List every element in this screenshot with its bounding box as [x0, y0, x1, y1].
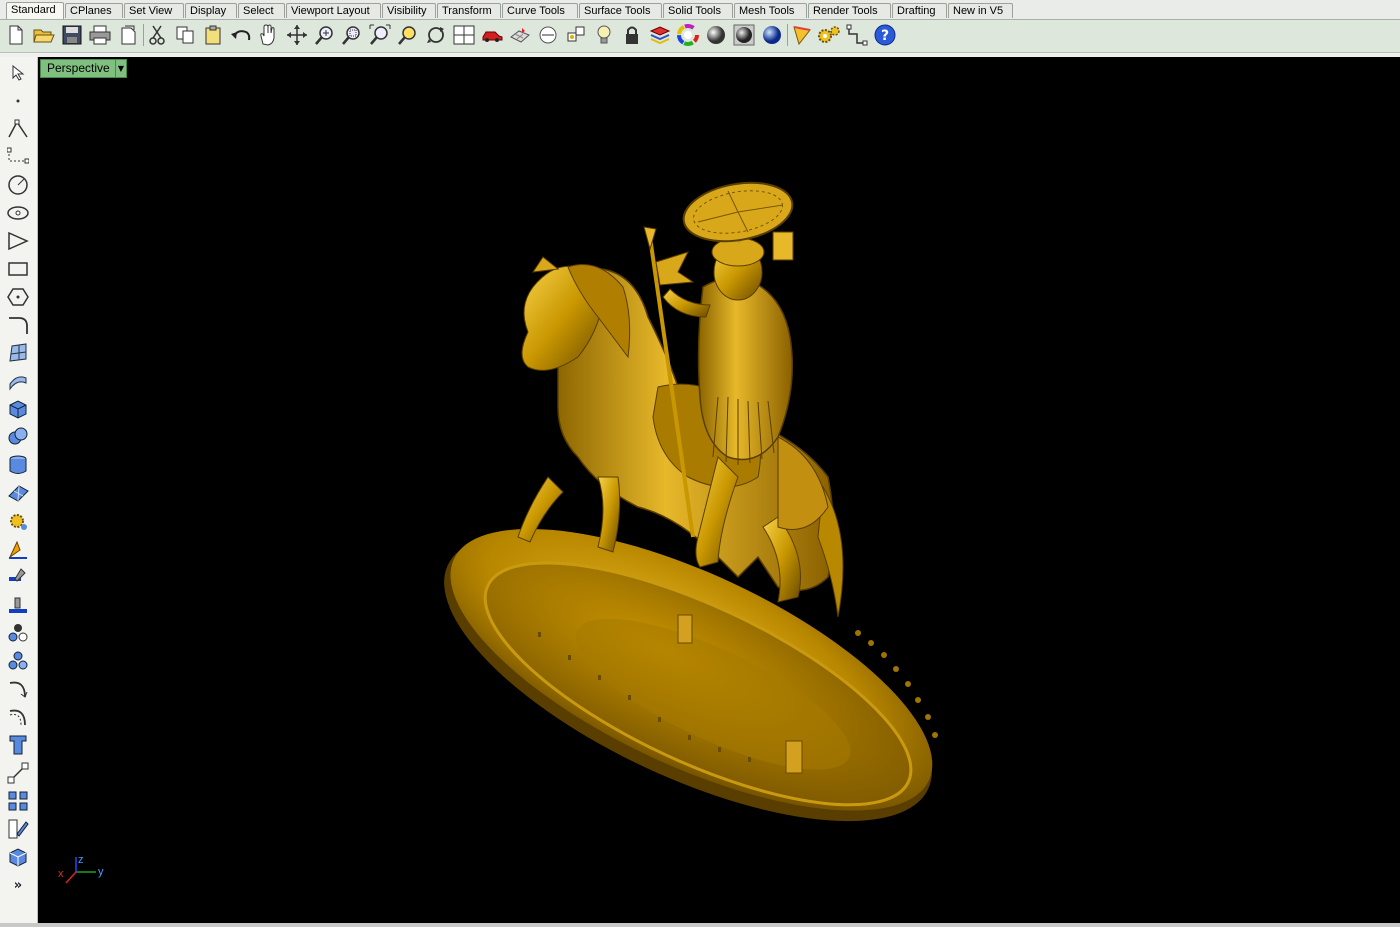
- point-icon[interactable]: [564, 22, 588, 48]
- cylinder-icon[interactable]: [5, 453, 31, 477]
- save-icon[interactable]: [60, 22, 84, 48]
- render-blue-sphere-icon[interactable]: [760, 22, 784, 48]
- blend-icon[interactable]: [5, 705, 31, 729]
- cluster-icon[interactable]: [5, 649, 31, 673]
- statue-model[interactable]: y z x: [38, 57, 1400, 923]
- tab-visibility[interactable]: Visibility: [382, 3, 436, 18]
- tab-surface-tools[interactable]: Surface Tools: [579, 3, 662, 18]
- polygon-icon[interactable]: [5, 285, 31, 309]
- help-icon[interactable]: ?: [873, 22, 897, 48]
- grid-snap-icon[interactable]: [508, 22, 532, 48]
- cplane-icon[interactable]: [536, 22, 560, 48]
- tab-solid-tools[interactable]: Solid Tools: [663, 3, 733, 18]
- circle-icon[interactable]: [5, 173, 31, 197]
- tab-select[interactable]: Select: [238, 3, 285, 18]
- axis-x-label: x: [58, 868, 64, 880]
- array-icon[interactable]: [5, 789, 31, 813]
- axis-y-label: y: [98, 866, 104, 878]
- extrude-icon[interactable]: [5, 369, 31, 393]
- rotate-view-icon[interactable]: [285, 22, 309, 48]
- rectangle-icon[interactable]: [5, 257, 31, 281]
- material-icon[interactable]: [790, 22, 814, 48]
- flow-icon[interactable]: [5, 537, 31, 561]
- explode-icon[interactable]: [5, 817, 31, 841]
- color-wheel-icon[interactable]: [676, 22, 700, 48]
- render-sphere-icon[interactable]: [704, 22, 728, 48]
- curve-icon[interactable]: [5, 145, 31, 169]
- mesh-icon[interactable]: [5, 481, 31, 505]
- polyline-icon[interactable]: [5, 117, 31, 141]
- options-gear-icon[interactable]: [817, 22, 841, 48]
- select-arrow-icon[interactable]: [5, 61, 31, 85]
- zoom-extents-icon[interactable]: [368, 22, 392, 48]
- pan-hand-icon[interactable]: [256, 22, 280, 48]
- box-icon[interactable]: [5, 397, 31, 421]
- transform-icon[interactable]: [5, 565, 31, 589]
- viewport-layout-icon[interactable]: [452, 22, 476, 48]
- undo-icon[interactable]: [229, 22, 253, 48]
- edit-points-icon[interactable]: [5, 509, 31, 533]
- perspective-viewport[interactable]: Perspective ▼ y z x: [38, 57, 1400, 923]
- svg-text:?: ?: [881, 28, 889, 44]
- boolean-icon[interactable]: [5, 425, 31, 449]
- zoom-selected-icon[interactable]: [396, 22, 420, 48]
- ellipse-icon[interactable]: [5, 201, 31, 225]
- point-icon[interactable]: [5, 89, 31, 113]
- main-left-toolbar: »: [0, 57, 38, 927]
- cut-icon[interactable]: [145, 22, 169, 48]
- tab-standard[interactable]: Standard: [6, 2, 64, 19]
- arc-icon[interactable]: [5, 229, 31, 253]
- toolbar-tab-strip: Standard CPlanes Set View Display Select…: [0, 0, 1400, 20]
- axis-z-label: z: [78, 854, 84, 866]
- project-icon[interactable]: [5, 593, 31, 617]
- tab-viewport-layout[interactable]: Viewport Layout: [286, 3, 381, 18]
- open-icon[interactable]: [32, 22, 56, 48]
- zoom-dynamic-icon[interactable]: [340, 22, 364, 48]
- text-icon[interactable]: [5, 733, 31, 757]
- print-icon[interactable]: [88, 22, 112, 48]
- dimension-icon[interactable]: [5, 761, 31, 785]
- paste-icon[interactable]: [201, 22, 225, 48]
- tab-transform[interactable]: Transform: [437, 3, 501, 18]
- tab-drafting[interactable]: Drafting: [892, 3, 947, 18]
- import-icon[interactable]: [116, 22, 140, 48]
- lock-icon[interactable]: [620, 22, 644, 48]
- solid-icon[interactable]: [5, 845, 31, 869]
- more-icon[interactable]: »: [5, 873, 31, 897]
- group-icon[interactable]: [5, 621, 31, 645]
- curve-edit-icon[interactable]: [5, 677, 31, 701]
- tab-curve-tools[interactable]: Curve Tools: [502, 3, 578, 18]
- zoom-window-icon[interactable]: [313, 22, 337, 48]
- status-strip: [0, 923, 1400, 927]
- tab-cplanes[interactable]: CPlanes: [65, 3, 123, 18]
- copy-icon[interactable]: [173, 22, 197, 48]
- car-icon[interactable]: [480, 22, 504, 48]
- new-icon[interactable]: [4, 22, 28, 48]
- rotate-icon[interactable]: [424, 22, 448, 48]
- tab-new-in-v5[interactable]: New in V5: [948, 3, 1013, 18]
- fillet-icon[interactable]: [5, 313, 31, 337]
- light-icon[interactable]: [592, 22, 616, 48]
- surface-icon[interactable]: [5, 341, 31, 365]
- shaded-sphere-icon[interactable]: [732, 22, 756, 48]
- tab-render-tools[interactable]: Render Tools: [808, 3, 891, 18]
- tab-mesh-tools[interactable]: Mesh Tools: [734, 3, 807, 18]
- axis-indicator: y z x: [58, 854, 104, 884]
- standard-toolbar: ?: [0, 20, 1400, 53]
- tab-set-view[interactable]: Set View: [124, 3, 184, 18]
- join-icon[interactable]: [845, 22, 869, 48]
- tab-display[interactable]: Display: [185, 3, 237, 18]
- layer-icon[interactable]: [648, 22, 672, 48]
